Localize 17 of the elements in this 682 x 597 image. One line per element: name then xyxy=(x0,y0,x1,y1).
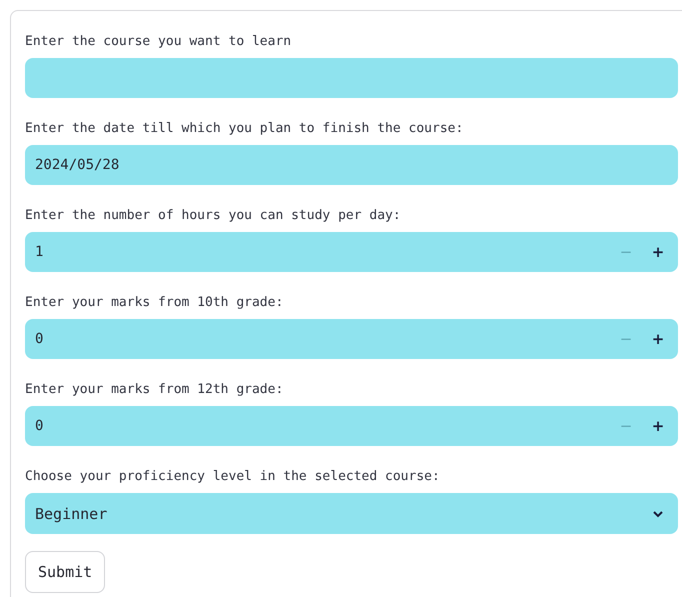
field-label: Enter your marks from 10th grade: xyxy=(25,295,284,311)
increment-button[interactable]: + xyxy=(642,406,674,446)
increment-button[interactable]: + xyxy=(642,232,674,272)
field-label: Enter the course you want to learn xyxy=(25,34,292,50)
field-value: 0 xyxy=(35,331,44,347)
submit-button[interactable]: Submit xyxy=(25,551,106,593)
field-value: 1 xyxy=(35,244,44,260)
input-field[interactable] xyxy=(25,58,678,98)
field-label: Choose your proficiency level in the selected course: xyxy=(25,469,441,485)
field-label: Enter your marks from 12th grade: xyxy=(25,382,284,398)
field-value: 2024/05/28 xyxy=(35,157,120,173)
dropdown[interactable]: Beginner xyxy=(25,493,678,534)
increment-button[interactable]: + xyxy=(642,319,674,359)
field-value: 0 xyxy=(35,418,44,434)
date-field[interactable]: 2024/05/28 xyxy=(25,145,678,185)
field-label: Enter the date till which you plan to finish the course: xyxy=(25,121,464,137)
field-label: Enter the number of hours you can study per day: xyxy=(25,208,402,224)
